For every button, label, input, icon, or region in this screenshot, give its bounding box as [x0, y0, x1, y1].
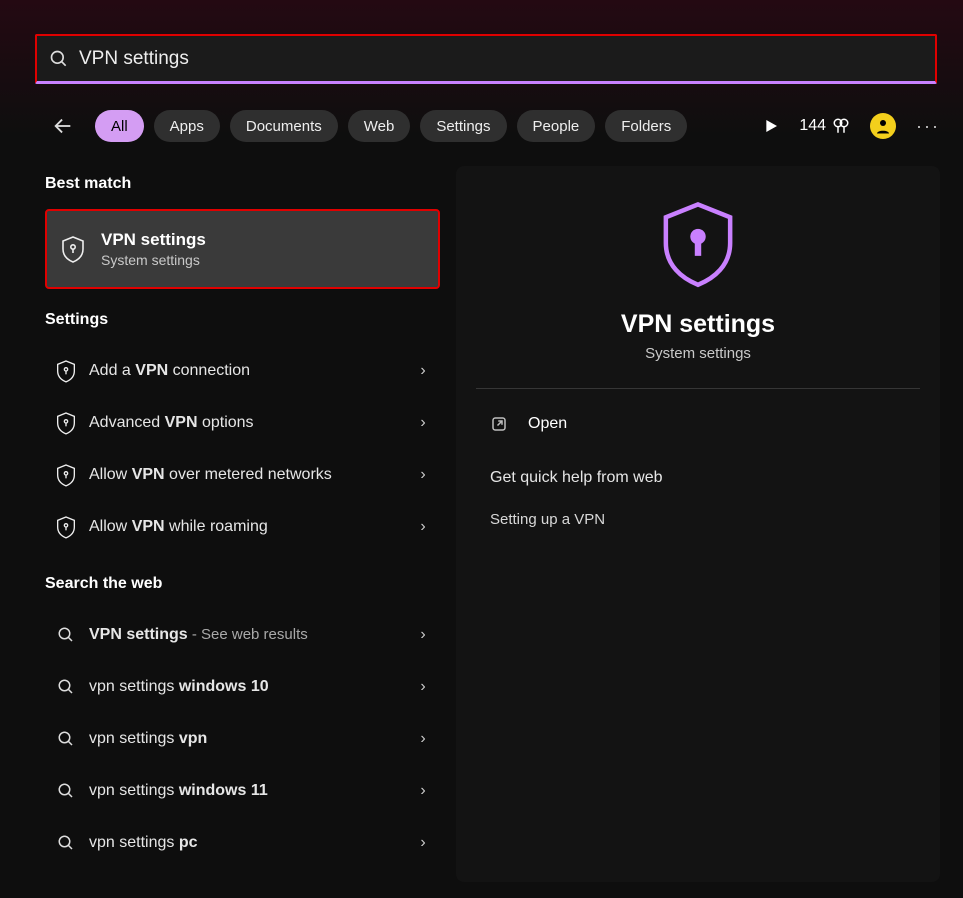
help-link-setup-vpn[interactable]: Setting up a VPN — [490, 511, 940, 528]
web-result[interactable]: vpn settings windows 10 › — [45, 661, 440, 713]
shield-icon — [61, 235, 91, 263]
rewards-count[interactable]: 144 — [799, 117, 850, 135]
chevron-right-icon: › — [414, 414, 432, 432]
shield-icon — [51, 463, 81, 487]
result-label: Allow VPN while roaming — [89, 518, 414, 536]
search-icon — [51, 782, 81, 800]
search-icon — [51, 834, 81, 852]
header-right-controls: 144 ··· — [763, 113, 940, 139]
search-icon — [51, 730, 81, 748]
best-match-text: VPN settings System settings — [101, 230, 206, 268]
chevron-right-icon: › — [414, 362, 432, 380]
filter-pill-people[interactable]: People — [517, 110, 596, 142]
detail-subtitle: System settings — [456, 345, 940, 362]
rewards-value: 144 — [799, 117, 826, 135]
search-input[interactable] — [79, 48, 923, 70]
back-button[interactable] — [45, 108, 81, 144]
open-action[interactable]: Open — [490, 415, 940, 433]
filter-pill-all[interactable]: All — [95, 110, 144, 142]
divider — [476, 388, 920, 389]
settings-result-vpn-metered[interactable]: Allow VPN over metered networks › — [45, 449, 440, 501]
chevron-right-icon: › — [414, 466, 432, 484]
result-label: Allow VPN over metered networks — [89, 466, 414, 484]
chevron-right-icon: › — [414, 834, 432, 852]
section-search-web: Search the web — [45, 575, 440, 593]
filter-pill-web[interactable]: Web — [348, 110, 411, 142]
shield-icon — [51, 411, 81, 435]
detail-title: VPN settings — [456, 310, 940, 339]
settings-result-advanced-vpn[interactable]: Advanced VPN options › — [45, 397, 440, 449]
result-label: vpn settings windows 11 — [89, 782, 414, 800]
best-match-subtitle: System settings — [101, 252, 206, 268]
help-header: Get quick help from web — [490, 469, 940, 487]
web-result[interactable]: VPN settings - See web results › — [45, 609, 440, 661]
section-best-match: Best match — [45, 175, 440, 193]
filter-pill-documents[interactable]: Documents — [230, 110, 338, 142]
chevron-right-icon: › — [414, 730, 432, 748]
chevron-right-icon: › — [414, 678, 432, 696]
results-left-column: Best match VPN settings System settings … — [45, 175, 440, 869]
search-bar[interactable] — [35, 34, 937, 84]
user-avatar[interactable] — [870, 113, 896, 139]
settings-result-add-vpn[interactable]: Add a VPN connection › — [45, 345, 440, 397]
search-icon — [51, 626, 81, 644]
settings-result-vpn-roaming[interactable]: Allow VPN while roaming › — [45, 501, 440, 553]
section-settings: Settings — [45, 311, 440, 329]
result-label: VPN settings - See web results — [89, 626, 414, 644]
chevron-right-icon: › — [414, 782, 432, 800]
result-label: vpn settings vpn — [89, 730, 414, 748]
web-result[interactable]: vpn settings windows 11 › — [45, 765, 440, 817]
start-search-panel: All Apps Documents Web Settings People F… — [0, 0, 963, 898]
filter-row: All Apps Documents Web Settings People F… — [45, 104, 940, 148]
open-external-icon — [490, 415, 508, 433]
result-label: vpn settings windows 10 — [89, 678, 414, 696]
play-icon[interactable] — [763, 118, 779, 134]
result-label: vpn settings pc — [89, 834, 414, 852]
filter-pills: All Apps Documents Web Settings People F… — [95, 110, 687, 142]
search-icon — [49, 49, 69, 69]
filter-pill-apps[interactable]: Apps — [154, 110, 220, 142]
chevron-right-icon: › — [414, 518, 432, 536]
shield-icon — [51, 359, 81, 383]
shield-lock-icon — [456, 198, 940, 288]
result-label: Add a VPN connection — [89, 362, 414, 380]
shield-icon — [51, 515, 81, 539]
rewards-badge-icon — [832, 117, 850, 135]
best-match-title: VPN settings — [101, 230, 206, 250]
detail-panel: VPN settings System settings Open Get qu… — [456, 166, 940, 882]
web-result[interactable]: vpn settings pc › — [45, 817, 440, 869]
result-label: Advanced VPN options — [89, 414, 414, 432]
chevron-right-icon: › — [414, 626, 432, 644]
more-options-button[interactable]: ··· — [916, 116, 940, 137]
filter-pill-settings[interactable]: Settings — [420, 110, 506, 142]
web-result[interactable]: vpn settings vpn › — [45, 713, 440, 765]
filter-pill-folders[interactable]: Folders — [605, 110, 687, 142]
search-icon — [51, 678, 81, 696]
open-label: Open — [528, 415, 567, 433]
best-match-result[interactable]: VPN settings System settings — [45, 209, 440, 289]
